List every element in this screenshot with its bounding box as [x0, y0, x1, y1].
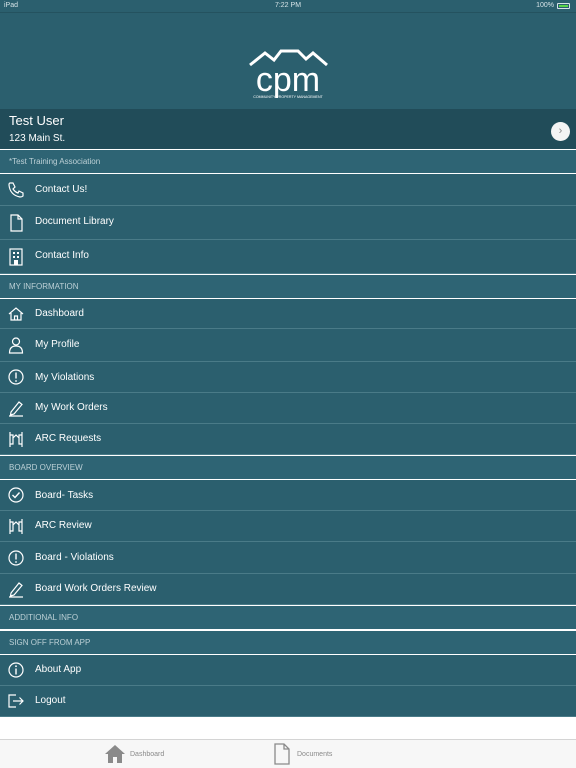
menu-item-label: Contact Us!	[35, 184, 88, 195]
alert-icon	[7, 549, 25, 567]
section-title: MY INFORMATION	[9, 282, 79, 291]
menu-item-label: ARC Review	[35, 520, 92, 531]
tab-label: Documents	[297, 751, 333, 758]
info-icon	[7, 661, 25, 679]
association-name: *Test Training Association	[9, 157, 101, 166]
arc-icon	[7, 517, 25, 535]
menu-item-label: My Violations	[35, 372, 95, 383]
menu-item-arc-requests[interactable]: ARC Requests	[0, 424, 576, 455]
menu-item-label: Board Work Orders Review	[35, 583, 157, 594]
menu-item-label: Logout	[35, 695, 66, 706]
document-icon	[7, 214, 25, 232]
menu-item-about-app[interactable]: About App	[0, 655, 576, 686]
check-circle-icon	[7, 486, 25, 504]
battery-icon	[557, 3, 570, 9]
menu-item-document-library[interactable]: Document Library	[0, 206, 576, 240]
tab-label: Dashboard	[130, 751, 165, 758]
pen-icon	[7, 399, 25, 417]
menu-item-label: My Work Orders	[35, 402, 108, 413]
menu-item-label: Board - Violations	[35, 552, 114, 563]
user-address: 123 Main St.	[9, 133, 66, 144]
menu-item-board-violations[interactable]: Board - Violations	[0, 542, 576, 574]
menu-item-my-violations[interactable]: My Violations	[0, 362, 576, 393]
menu-item-contact-us[interactable]: Contact Us!	[0, 174, 576, 206]
section-title: ADDITIONAL INFO	[9, 613, 79, 622]
building-icon	[7, 248, 25, 266]
logout-icon	[7, 692, 25, 710]
tab-bar: Dashboard Documents	[0, 739, 576, 768]
menu-item-label: About App	[35, 664, 82, 675]
alert-icon	[7, 368, 25, 386]
logo-text: cpm	[256, 61, 320, 99]
status-time: 7:22 PM	[274, 2, 302, 9]
menu-item-dashboard[interactable]: Dashboard	[0, 299, 576, 329]
phone-icon	[7, 181, 25, 199]
section-additional-info[interactable]: ADDITIONAL INFO	[0, 605, 576, 630]
user-card[interactable]: Test User 123 Main St. ›	[0, 109, 576, 149]
menu-item-my-work-orders[interactable]: My Work Orders	[0, 393, 576, 424]
status-bar: iPad 7:22 PM 100%	[0, 0, 576, 12]
menu-item-label: Board- Tasks	[35, 490, 94, 501]
user-name: Test User	[9, 113, 64, 128]
section-sign-off: SIGN OFF FROM APP	[0, 630, 576, 655]
home-icon	[105, 745, 125, 763]
logo-tagline: COMMUNITY PROPERTY MANAGEMENT	[253, 95, 323, 99]
menu-item-label: Document Library	[35, 216, 114, 227]
battery-percent: 100%	[536, 2, 554, 9]
section-board-overview: BOARD OVERVIEW	[0, 455, 576, 480]
chevron-right-icon[interactable]: ›	[551, 122, 570, 141]
document-icon	[274, 743, 290, 765]
menu-item-board-tasks[interactable]: Board- Tasks	[0, 480, 576, 511]
menu-item-label: My Profile	[35, 339, 80, 350]
person-icon	[7, 336, 25, 354]
section-my-information: MY INFORMATION	[0, 274, 576, 299]
menu-item-contact-info[interactable]: Contact Info	[0, 240, 576, 274]
menu-item-board-work-orders-review[interactable]: Board Work Orders Review	[0, 574, 576, 605]
pen-icon	[7, 580, 25, 598]
menu-item-my-profile[interactable]: My Profile	[0, 329, 576, 362]
app-header: cpm COMMUNITY PROPERTY MANAGEMENT	[0, 12, 576, 109]
menu-item-logout[interactable]: Logout	[0, 686, 576, 717]
section-title: SIGN OFF FROM APP	[9, 638, 91, 647]
menu-item-label: Dashboard	[35, 308, 84, 319]
menu-item-label: Contact Info	[35, 250, 89, 261]
cpm-logo: cpm COMMUNITY PROPERTY MANAGEMENT	[249, 49, 328, 99]
menu-item-label: ARC Requests	[35, 433, 102, 444]
arc-icon	[7, 430, 25, 448]
section-title: BOARD OVERVIEW	[9, 463, 83, 472]
association-header: *Test Training Association	[0, 149, 576, 174]
menu-item-arc-review[interactable]: ARC Review	[0, 511, 576, 542]
more-dots-icon[interactable]	[457, 762, 481, 768]
home-icon	[7, 305, 25, 323]
content-spacer	[0, 717, 576, 739]
